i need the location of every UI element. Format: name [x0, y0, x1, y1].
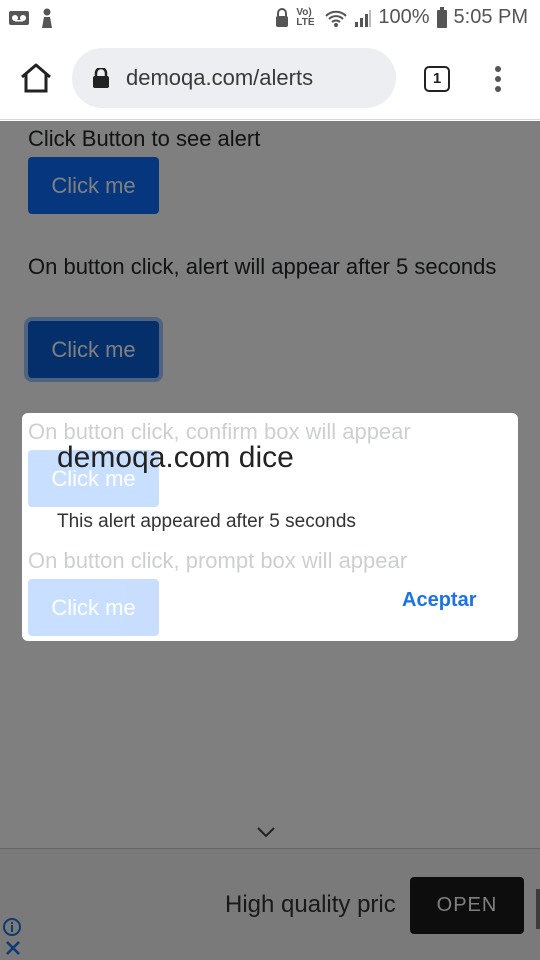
wifi-icon: [325, 10, 348, 27]
status-left: [8, 8, 54, 28]
dialog-message: This alert appeared after 5 seconds: [57, 511, 356, 532]
lte-icon: Vo) LTE: [296, 6, 315, 28]
status-bar: Vo) LTE 100% 5:05 PM: [0, 0, 540, 36]
url-bar[interactable]: demoqa.com/alerts: [72, 48, 396, 108]
ad-backdrop: [0, 848, 540, 960]
signal-icon: [355, 9, 372, 27]
status-right: Vo) LTE 100% 5:05 PM: [274, 6, 528, 29]
battery-percent: 100%: [378, 6, 430, 28]
prompt-button-label: On button click, prompt box will appear: [28, 548, 408, 573]
home-icon[interactable]: [18, 60, 54, 96]
url-text[interactable]: demoqa.com/alerts: [126, 65, 313, 91]
alert-dialog: On button click, confirm box will appear…: [22, 413, 518, 641]
person-icon: [42, 8, 52, 28]
dialog-accept-button[interactable]: Aceptar: [402, 589, 476, 612]
voicemail-icon: [9, 11, 29, 25]
prompt-button: Click me: [28, 579, 159, 636]
status-time: 5:05 PM: [453, 6, 528, 28]
dialog-title: demoqa.com dice: [57, 441, 294, 474]
battery-icon: [436, 6, 447, 28]
lock-icon: [276, 7, 289, 27]
lock-icon: [93, 68, 109, 88]
browser-toolbar: demoqa.com/alerts 1: [0, 36, 540, 120]
chevron-down-icon[interactable]: [256, 826, 276, 838]
tabs-icon[interactable]: 1: [424, 66, 450, 92]
menu-icon[interactable]: [488, 64, 508, 94]
